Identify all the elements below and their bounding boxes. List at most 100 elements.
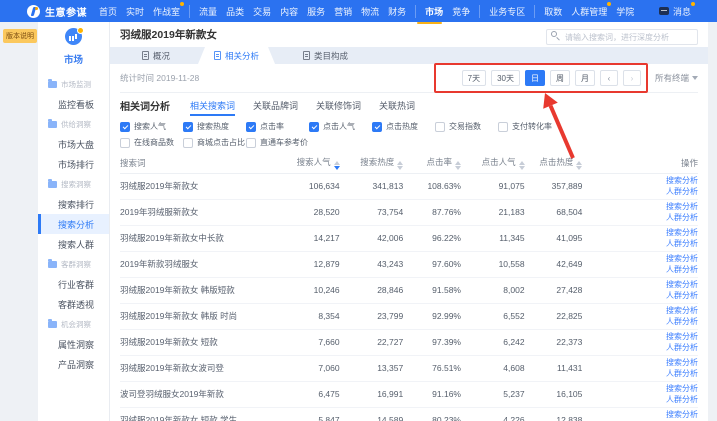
page-tab[interactable]: 相关分析 xyxy=(198,47,275,64)
crowd-analysis-link[interactable]: 人群分析 xyxy=(582,342,698,353)
checkbox-icon xyxy=(372,122,382,132)
sort-icon[interactable] xyxy=(576,161,582,170)
metric-checkbox[interactable]: 直通车参考价 xyxy=(246,137,309,148)
search-analysis-link[interactable]: 搜索分析 xyxy=(582,331,698,342)
nav-item[interactable]: 交易 xyxy=(253,5,271,18)
version-tag[interactable]: 版本说明 xyxy=(3,29,37,43)
sidebar-item[interactable]: 搜索洞察 xyxy=(38,174,109,194)
metric-checkbox[interactable]: 商城点击占比 xyxy=(183,137,246,148)
nav-item[interactable]: 取数 xyxy=(534,5,562,18)
analysis-tab[interactable]: 相关搜索词 xyxy=(190,95,235,116)
search-popularity: 6,475 xyxy=(265,381,340,407)
nav-item[interactable]: 服务 xyxy=(307,5,325,18)
nav-item[interactable]: 流量 xyxy=(189,5,217,18)
nav-item[interactable]: 首页 xyxy=(99,5,117,18)
column-header[interactable]: 搜索热度 xyxy=(340,154,404,173)
metric-checkbox[interactable]: 点击热度 xyxy=(372,121,435,132)
sidebar-item[interactable]: 搜索分析 xyxy=(38,214,109,234)
range-button[interactable]: ‹ xyxy=(600,70,618,86)
search-heat: 14,589 xyxy=(340,407,404,421)
sidebar-item[interactable]: 客群洞察 xyxy=(38,254,109,274)
analysis-tab[interactable]: 关联品牌词 xyxy=(253,95,298,116)
metric-checkbox[interactable]: 点击人气 xyxy=(309,121,372,132)
sort-icon[interactable] xyxy=(397,161,403,170)
sidebar-item[interactable]: 属性洞察 xyxy=(38,334,109,354)
nav-item[interactable]: 作战室 xyxy=(153,5,180,18)
search-analysis-link[interactable]: 搜索分析 xyxy=(582,409,698,420)
search-analysis-link[interactable]: 搜索分析 xyxy=(582,253,698,264)
terminal-filter[interactable]: 所有终端 xyxy=(655,72,698,84)
search-analysis-link[interactable]: 搜索分析 xyxy=(582,227,698,238)
range-button[interactable]: 日 xyxy=(525,70,545,86)
search-analysis-link[interactable]: 搜索分析 xyxy=(582,175,698,186)
nav-item[interactable]: 实时 xyxy=(126,5,144,18)
sort-icon[interactable] xyxy=(455,161,461,170)
sidebar-item[interactable]: 行业客群 xyxy=(38,274,109,294)
search-input[interactable] xyxy=(546,29,698,45)
nav-item[interactable]: 物流 xyxy=(361,5,379,18)
sidebar-item[interactable]: 机会洞察 xyxy=(38,314,109,334)
column-header[interactable]: 操作 xyxy=(582,154,698,173)
badge-dot xyxy=(607,2,611,6)
range-button[interactable]: 月 xyxy=(575,70,595,86)
click-rate: 92.99% xyxy=(403,303,461,329)
nav-item[interactable]: 内容 xyxy=(280,5,298,18)
crowd-analysis-link[interactable]: 人群分析 xyxy=(582,394,698,405)
nav-item[interactable]: 人群管理 xyxy=(571,5,607,18)
search-analysis-link[interactable]: 搜索分析 xyxy=(582,279,698,290)
sidebar-item[interactable]: 监控看板 xyxy=(38,94,109,114)
range-button[interactable]: 周 xyxy=(550,70,570,86)
column-header[interactable]: 点击人气 xyxy=(461,154,525,173)
crowd-analysis-link[interactable]: 人群分析 xyxy=(582,264,698,275)
analysis-tab[interactable]: 关联热词 xyxy=(379,95,415,116)
crowd-analysis-link[interactable]: 人群分析 xyxy=(582,290,698,301)
search-analysis-link[interactable]: 搜索分析 xyxy=(582,383,698,394)
sidebar-item[interactable]: 市场排行 xyxy=(38,154,109,174)
sort-icon[interactable] xyxy=(519,161,525,170)
sidebar-item[interactable]: 市场监测 xyxy=(38,74,109,94)
message-entry[interactable]: 消息 xyxy=(659,5,691,18)
sidebar-item[interactable]: 产品洞察 xyxy=(38,354,109,374)
range-button[interactable]: 7天 xyxy=(462,70,486,86)
crowd-analysis-link[interactable]: 人群分析 xyxy=(582,316,698,327)
column-header[interactable]: 搜索人气 xyxy=(265,154,340,173)
range-button[interactable]: 30天 xyxy=(491,70,520,86)
sidebar-item[interactable]: 客群透视 xyxy=(38,294,109,314)
crowd-analysis-link[interactable]: 人群分析 xyxy=(582,186,698,197)
metric-checkbox[interactable]: 搜索人气 xyxy=(120,121,183,132)
sidebar-item[interactable]: 搜索人群 xyxy=(38,234,109,254)
nav-item[interactable]: 营销 xyxy=(334,5,352,18)
metric-checkbox[interactable]: 搜索热度 xyxy=(183,121,246,132)
search-analysis-link[interactable]: 搜索分析 xyxy=(582,357,698,368)
main-area: 羽绒服2019年新款女 概况 相关分析 类目构 xyxy=(110,22,708,421)
sidebar-item[interactable]: 供给洞察 xyxy=(38,114,109,134)
sidebar-item[interactable]: 市场大盘 xyxy=(38,134,109,154)
crowd-analysis-link[interactable]: 人群分析 xyxy=(582,238,698,249)
nav-item[interactable]: 市场 xyxy=(415,5,443,18)
nav-item[interactable]: 业务专区 xyxy=(479,5,525,18)
page-tab[interactable]: 类目构成 xyxy=(287,47,364,64)
nav-item[interactable]: 财务 xyxy=(388,5,406,18)
metric-checkbox[interactable]: 点击率 xyxy=(246,121,309,132)
range-button[interactable]: › xyxy=(623,70,641,86)
crowd-analysis-link[interactable]: 人群分析 xyxy=(582,212,698,223)
column-header[interactable]: 点击热度 xyxy=(525,154,583,173)
metric-checkbox[interactable]: 交易指数 xyxy=(435,121,498,132)
page-tab[interactable]: 概况 xyxy=(126,47,186,64)
metric-checkbox[interactable]: 支付转化率 xyxy=(498,121,561,132)
search-analysis-link[interactable]: 搜索分析 xyxy=(582,305,698,316)
app-logo[interactable]: 生意参谋 xyxy=(27,4,87,19)
search-analysis-link[interactable]: 搜索分析 xyxy=(582,201,698,212)
column-header[interactable]: 点击率 xyxy=(403,154,461,173)
column-header[interactable]: 搜索词 xyxy=(120,154,265,173)
sort-icon[interactable] xyxy=(334,161,340,170)
click-heat: 27,428 xyxy=(525,277,583,303)
folder-icon xyxy=(48,181,57,188)
nav-item[interactable]: 品类 xyxy=(226,5,244,18)
nav-item[interactable]: 学院 xyxy=(616,5,634,18)
nav-item[interactable]: 竞争 xyxy=(452,5,470,18)
metric-checkbox[interactable]: 在线商品数 xyxy=(120,137,183,148)
sidebar-item[interactable]: 搜索排行 xyxy=(38,194,109,214)
crowd-analysis-link[interactable]: 人群分析 xyxy=(582,368,698,379)
analysis-tab[interactable]: 关联修饰词 xyxy=(316,95,361,116)
